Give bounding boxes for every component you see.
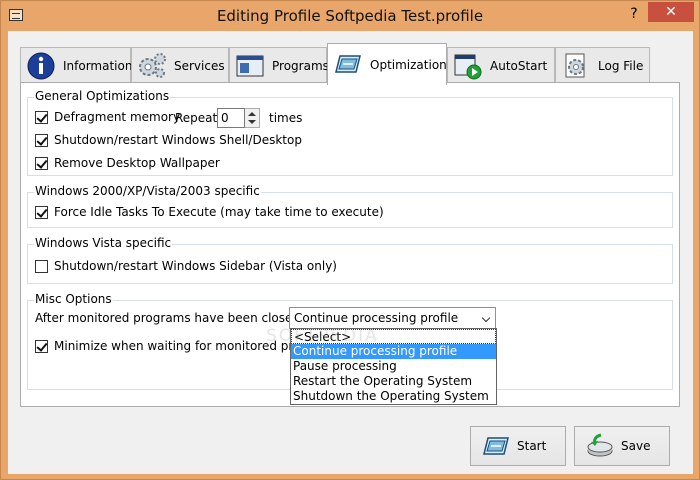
optimization-icon	[332, 50, 364, 80]
group-legend: Windows Vista specific	[34, 236, 173, 250]
dialog-client-area: Information Services Programs Optimizati…	[8, 31, 693, 474]
dropdown-option[interactable]: Continue processing profile	[291, 344, 496, 359]
repeat-count-stepper[interactable]: 0	[217, 108, 260, 128]
close-button[interactable]: ✕	[648, 2, 694, 22]
repeat-count-input[interactable]: 0	[217, 108, 245, 128]
select-value: Continue processing profile	[294, 311, 459, 325]
tab-optimization[interactable]: Optimization	[327, 43, 447, 85]
tab-label: AutoStart	[490, 58, 548, 73]
general-optimizations-group: General Optimizations Defragment memory …	[27, 89, 673, 176]
start-icon	[481, 433, 511, 459]
checkbox-label: Remove Desktop Wallpaper	[54, 156, 220, 170]
checkbox-label: Force Idle Tasks To Execute (may take ti…	[54, 205, 384, 219]
checkbox-box[interactable]	[35, 259, 48, 273]
checkbox-label: Shutdown/restart Windows Sidebar (Vista …	[54, 259, 337, 273]
log-file-gear-icon	[560, 51, 592, 81]
shutdown-sidebar-checkbox[interactable]: Shutdown/restart Windows Sidebar (Vista …	[35, 259, 337, 273]
group-legend: Windows 2000/XP/Vista/2003 specific	[34, 184, 261, 198]
save-button[interactable]: Save	[574, 426, 670, 466]
checkbox-box[interactable]	[35, 205, 48, 219]
button-label: Start	[517, 439, 547, 453]
tab-label: Services	[174, 58, 225, 73]
tab-information[interactable]: Information	[20, 47, 133, 83]
checkbox-box[interactable]	[35, 110, 48, 124]
windows-2000-group: Windows 2000/XP/Vista/2003 specific Forc…	[27, 184, 673, 228]
windows-vista-group: Windows Vista specific Shutdown/restart …	[27, 236, 673, 284]
tab-log-file[interactable]: Log File	[555, 47, 650, 83]
group-legend: Misc Options	[34, 292, 113, 306]
repeat-label: Repeat	[175, 111, 218, 125]
dropdown-option[interactable]: Pause processing	[291, 359, 496, 374]
services-gear-icon	[136, 51, 168, 81]
shutdown-shell-checkbox[interactable]: Shutdown/restart Windows Shell/Desktop	[35, 133, 302, 147]
softpedia-watermark: SOFTPEDIA	[266, 326, 379, 346]
window-title: Editing Profile Softpedia Test.profile	[216, 7, 484, 25]
checkbox-box[interactable]	[35, 156, 48, 170]
tab-services[interactable]: Services	[131, 47, 229, 83]
help-button[interactable]: ?	[623, 3, 645, 25]
stepper-arrows[interactable]	[245, 108, 260, 128]
tab-programs[interactable]: Programs	[229, 47, 329, 83]
chevron-down-icon[interactable]	[481, 313, 491, 323]
remove-wallpaper-checkbox[interactable]: Remove Desktop Wallpaper	[35, 156, 220, 170]
button-label: Save	[621, 439, 651, 453]
tab-label: Log File	[598, 58, 644, 73]
checkbox-label: Shutdown/restart Windows Shell/Desktop	[54, 133, 302, 147]
checkbox-label: Defragment memory	[54, 110, 181, 124]
dropdown-option[interactable]: Shutdown the Operating System	[291, 389, 496, 404]
group-legend: General Optimizations	[34, 89, 171, 103]
defragment-memory-checkbox[interactable]: Defragment memory	[35, 110, 180, 124]
stepper-down-icon[interactable]	[248, 120, 256, 124]
force-idle-tasks-checkbox[interactable]: Force Idle Tasks To Execute (may take ti…	[35, 205, 384, 219]
stepper-up-icon[interactable]	[248, 112, 256, 116]
tab-label: Information	[63, 58, 133, 73]
title-bar[interactable]: Editing Profile Softpedia Test.profile ?…	[1, 1, 699, 31]
info-icon	[25, 51, 57, 81]
save-disk-icon	[585, 433, 615, 459]
dropdown-option[interactable]: Restart the Operating System	[291, 374, 496, 389]
tab-label: Optimization	[370, 57, 447, 72]
checkbox-box[interactable]	[35, 133, 48, 147]
programs-window-icon	[234, 51, 266, 81]
tab-autostart[interactable]: AutoStart	[447, 47, 555, 83]
tab-label: Programs	[272, 58, 329, 73]
checkbox-box[interactable]	[35, 339, 48, 353]
autostart-play-icon	[452, 51, 484, 81]
times-label: times	[269, 111, 303, 125]
after-closed-label: After monitored programs have been close…	[35, 311, 305, 325]
start-button[interactable]: Start	[470, 426, 566, 466]
profile-editor-window: Editing Profile Softpedia Test.profile ?…	[0, 0, 700, 480]
